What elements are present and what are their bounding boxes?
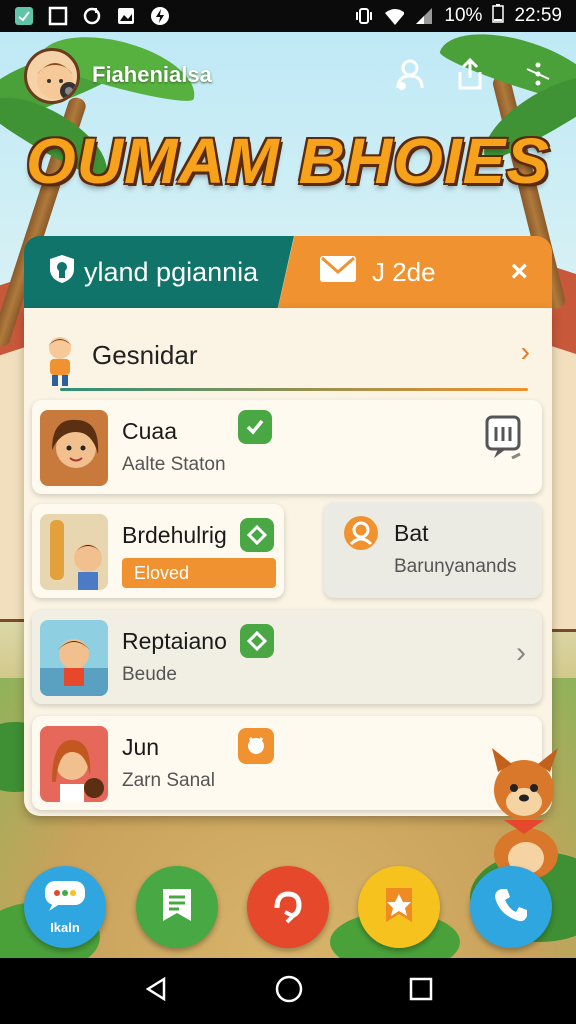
call-button[interactable] <box>470 866 552 948</box>
tab-messages-label: J 2de <box>372 256 436 287</box>
avatar <box>40 620 108 696</box>
game-logo: OUMAM BHOIES <box>26 125 550 197</box>
list-item[interactable]: Jun Zarn Sanal <box>32 716 542 810</box>
image-icon <box>116 6 136 26</box>
back-icon[interactable] <box>142 975 170 1008</box>
avatar <box>40 514 108 590</box>
document-icon <box>157 885 197 930</box>
list-item[interactable]: Bat Barunyanands <box>324 502 542 598</box>
item-name: Cuaa <box>122 418 177 444</box>
list-item[interactable]: Cuaa Aalte Staton <box>32 400 542 494</box>
user-avatar[interactable] <box>24 48 80 104</box>
mail-icon <box>318 252 358 293</box>
mascot-dog <box>476 742 572 882</box>
vibrate-icon <box>354 6 374 26</box>
action-button[interactable]: Eloved <box>122 558 276 588</box>
item-subtitle: Beude <box>122 664 177 685</box>
avatar <box>40 726 108 802</box>
item-name: Jun <box>122 734 160 760</box>
share-icon <box>452 56 488 97</box>
gift-icon <box>238 728 274 764</box>
status-bar: 10% 22:59 <box>0 0 576 32</box>
tab-bar: yland pgiannia J 2de × <box>24 236 552 308</box>
menu-button[interactable] <box>516 54 560 98</box>
user-search-icon <box>342 514 380 557</box>
share-button[interactable] <box>448 54 492 98</box>
app-header: Fiahenialsa <box>0 40 576 112</box>
tab-messages[interactable]: J 2de × <box>278 236 552 308</box>
close-icon[interactable]: × <box>510 255 528 289</box>
friends-button[interactable] <box>388 54 432 98</box>
check-icon <box>240 518 274 552</box>
check-icon <box>238 410 272 444</box>
bolt-icon <box>150 6 170 26</box>
item-name: Brdehulrig <box>122 522 227 548</box>
chat-button[interactable]: Ikaln <box>24 866 106 948</box>
chat-bubble-icon[interactable] <box>484 414 524 465</box>
chevron-right-icon[interactable]: › <box>516 636 526 670</box>
recents-icon[interactable] <box>408 976 434 1007</box>
phone-icon <box>491 885 531 930</box>
refresh-button[interactable] <box>247 866 329 948</box>
notes-button[interactable] <box>136 866 218 948</box>
item-subtitle: Zarn Sanal <box>122 770 215 791</box>
badge-icon <box>378 884 420 931</box>
badge-button[interactable] <box>358 866 440 948</box>
item-name: Bat <box>394 520 429 546</box>
signal-icon <box>414 6 434 26</box>
check-icon <box>240 624 274 658</box>
chat-icon <box>43 879 87 918</box>
item-name: Reptaiano <box>122 628 227 654</box>
home-icon[interactable] <box>274 974 304 1009</box>
friends-icon <box>392 56 428 97</box>
item-subtitle: Aalte Staton <box>122 454 226 475</box>
menu-icon <box>523 59 553 94</box>
avatar <box>40 410 108 486</box>
sync-icon <box>82 6 102 26</box>
shield-icon <box>48 253 76 292</box>
section-header[interactable]: Gesnidar › <box>24 326 552 396</box>
battery-icon <box>492 3 505 29</box>
content-panel: Gesnidar › Cuaa Aalte Staton Brdehulrig … <box>24 308 552 816</box>
clock: 22:59 <box>514 5 562 26</box>
section-divider <box>60 388 528 391</box>
chevron-right-icon[interactable]: › <box>521 336 530 368</box>
battery-text: 10% <box>444 5 483 26</box>
refresh-icon <box>267 884 309 931</box>
item-subtitle: Barunyanands <box>394 556 517 577</box>
tab-players-label: yland pgiannia <box>84 256 259 287</box>
username: Fiahenialsa <box>92 62 212 87</box>
square-icon <box>48 6 68 26</box>
section-title: Gesnidar <box>92 340 198 370</box>
tab-players[interactable]: yland pgiannia <box>24 236 294 308</box>
wifi-icon <box>384 6 405 26</box>
chat-button-label: Ikaln <box>50 920 80 935</box>
list-item[interactable]: Reptaiano Beude › <box>32 610 542 704</box>
list-item[interactable]: Brdehulrig Eloved <box>32 504 284 598</box>
app-icon <box>14 6 34 26</box>
system-nav-bar <box>0 958 576 1024</box>
character-icon <box>40 334 80 388</box>
